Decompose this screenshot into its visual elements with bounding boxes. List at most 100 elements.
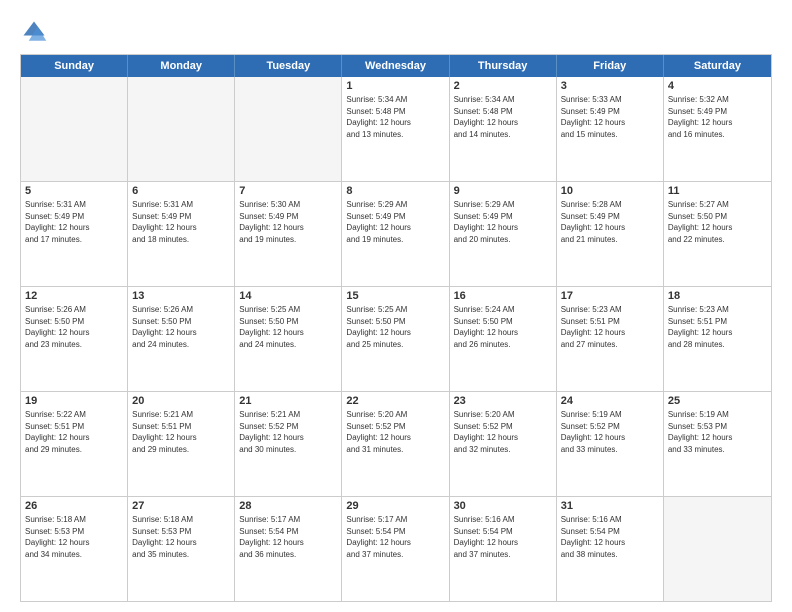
cal-header-day: Thursday xyxy=(450,55,557,77)
calendar-header: SundayMondayTuesdayWednesdayThursdayFrid… xyxy=(21,55,771,77)
cal-cell: 18Sunrise: 5:23 AM Sunset: 5:51 PM Dayli… xyxy=(664,287,771,391)
day-info: Sunrise: 5:19 AM Sunset: 5:52 PM Dayligh… xyxy=(561,409,659,455)
day-info: Sunrise: 5:31 AM Sunset: 5:49 PM Dayligh… xyxy=(132,199,230,245)
cal-cell: 30 Sunrise: 5:16 AM Sunset: 5:54 PM Dayli… xyxy=(450,497,557,601)
cal-cell: 3 Sunrise: 5:33 AM Sunset: 5:49 PM Daylig… xyxy=(557,77,664,181)
cal-cell: 22 Sunrise: 5:20 AM Sunset: 5:52 PM Dayli… xyxy=(342,392,449,496)
day-info: Sunrise: 5:24 AM Sunset: 5:50 PM Dayligh… xyxy=(454,304,552,350)
day-number: 20 xyxy=(132,395,230,407)
day-number: 8 xyxy=(346,185,444,197)
day-info: Sunrise: 5:26 AM Sunset: 5:50 PM Dayligh… xyxy=(132,304,230,350)
day-number: 4 xyxy=(668,80,767,92)
day-number: 14 xyxy=(239,290,337,302)
cal-cell: 10 Sunrise: 5:28 AM Sunset: 5:49 PM Dayli… xyxy=(557,182,664,286)
day-number: 9 xyxy=(454,185,552,197)
cal-header-day: Monday xyxy=(128,55,235,77)
cal-cell: 29 Sunrise: 5:17 AM Sunset: 5:54 PM Dayli… xyxy=(342,497,449,601)
day-number: 16 xyxy=(454,290,552,302)
day-info: Sunrise: 5:16 AM Sunset: 5:54 PM Dayligh… xyxy=(454,514,552,560)
day-info: Sunrise: 5:29 AM Sunset: 5:49 PM Dayligh… xyxy=(454,199,552,245)
cal-cell: 28 Sunrise: 5:17 AM Sunset: 5:54 PM Dayli… xyxy=(235,497,342,601)
day-info: Sunrise: 5:28 AM Sunset: 5:49 PM Dayligh… xyxy=(561,199,659,245)
cal-cell: 4 Sunrise: 5:32 AM Sunset: 5:49 PM Daylig… xyxy=(664,77,771,181)
cal-header-day: Sunday xyxy=(21,55,128,77)
day-number: 10 xyxy=(561,185,659,197)
day-info: Sunrise: 5:34 AM Sunset: 5:48 PM Dayligh… xyxy=(346,94,444,140)
calendar-row: 19 Sunrise: 5:22 AM Sunset: 5:51 PM Dayli… xyxy=(21,392,771,497)
day-number: 29 xyxy=(346,500,444,512)
cal-cell: 24 Sunrise: 5:19 AM Sunset: 5:52 PM Dayli… xyxy=(557,392,664,496)
calendar-body: 1 Sunrise: 5:34 AM Sunset: 5:48 PM Daylig… xyxy=(21,77,771,601)
day-number: 22 xyxy=(346,395,444,407)
calendar-row: 12 Sunrise: 5:26 AM Sunset: 5:50 PM Dayli… xyxy=(21,287,771,392)
cal-cell: 5 Sunrise: 5:31 AM Sunset: 5:49 PM Daylig… xyxy=(21,182,128,286)
cal-header-day: Friday xyxy=(557,55,664,77)
day-number: 23 xyxy=(454,395,552,407)
day-number: 27 xyxy=(132,500,230,512)
cal-cell: 16 Sunrise: 5:24 AM Sunset: 5:50 PM Dayli… xyxy=(450,287,557,391)
calendar-row: 5 Sunrise: 5:31 AM Sunset: 5:49 PM Daylig… xyxy=(21,182,771,287)
day-number: 7 xyxy=(239,185,337,197)
day-info: Sunrise: 5:26 AM Sunset: 5:50 PM Dayligh… xyxy=(25,304,123,350)
day-number: 17 xyxy=(561,290,659,302)
day-info: Sunrise: 5:17 AM Sunset: 5:54 PM Dayligh… xyxy=(346,514,444,560)
day-number: 6 xyxy=(132,185,230,197)
day-info: Sunrise: 5:19 AM Sunset: 5:53 PM Dayligh… xyxy=(668,409,767,455)
day-info: Sunrise: 5:31 AM Sunset: 5:49 PM Dayligh… xyxy=(25,199,123,245)
day-info: Sunrise: 5:21 AM Sunset: 5:52 PM Dayligh… xyxy=(239,409,337,455)
calendar-row: 1 Sunrise: 5:34 AM Sunset: 5:48 PM Daylig… xyxy=(21,77,771,182)
day-info: Sunrise: 5:30 AM Sunset: 5:49 PM Dayligh… xyxy=(239,199,337,245)
day-info: Sunrise: 5:32 AM Sunset: 5:49 PM Dayligh… xyxy=(668,94,767,140)
cal-cell: 1 Sunrise: 5:34 AM Sunset: 5:48 PM Daylig… xyxy=(342,77,449,181)
day-info: Sunrise: 5:33 AM Sunset: 5:49 PM Dayligh… xyxy=(561,94,659,140)
day-info: Sunrise: 5:27 AM Sunset: 5:50 PM Dayligh… xyxy=(668,199,767,245)
cal-cell: 7 Sunrise: 5:30 AM Sunset: 5:49 PM Daylig… xyxy=(235,182,342,286)
day-info: Sunrise: 5:22 AM Sunset: 5:51 PM Dayligh… xyxy=(25,409,123,455)
cal-cell: 12 Sunrise: 5:26 AM Sunset: 5:50 PM Dayli… xyxy=(21,287,128,391)
day-info: Sunrise: 5:23 AM Sunset: 5:51 PM Dayligh… xyxy=(561,304,659,350)
cal-cell: 23 Sunrise: 5:20 AM Sunset: 5:52 PM Dayli… xyxy=(450,392,557,496)
day-number: 19 xyxy=(25,395,123,407)
day-info: Sunrise: 5:29 AM Sunset: 5:49 PM Dayligh… xyxy=(346,199,444,245)
cal-cell: 8 Sunrise: 5:29 AM Sunset: 5:49 PM Daylig… xyxy=(342,182,449,286)
cal-cell: 21Sunrise: 5:21 AM Sunset: 5:52 PM Dayli… xyxy=(235,392,342,496)
cal-cell xyxy=(128,77,235,181)
day-number: 1 xyxy=(346,80,444,92)
cal-cell: 14 Sunrise: 5:25 AM Sunset: 5:50 PM Dayli… xyxy=(235,287,342,391)
day-number: 31 xyxy=(561,500,659,512)
day-info: Sunrise: 5:17 AM Sunset: 5:54 PM Dayligh… xyxy=(239,514,337,560)
day-info: Sunrise: 5:25 AM Sunset: 5:50 PM Dayligh… xyxy=(239,304,337,350)
day-number: 26 xyxy=(25,500,123,512)
cal-header-day: Saturday xyxy=(664,55,771,77)
header xyxy=(20,18,772,46)
cal-cell: 26Sunrise: 5:18 AM Sunset: 5:53 PM Dayli… xyxy=(21,497,128,601)
cal-cell: 31Sunrise: 5:16 AM Sunset: 5:54 PM Dayli… xyxy=(557,497,664,601)
cal-cell: 27Sunrise: 5:18 AM Sunset: 5:53 PM Dayli… xyxy=(128,497,235,601)
day-number: 28 xyxy=(239,500,337,512)
day-number: 25 xyxy=(668,395,767,407)
cal-cell: 11 Sunrise: 5:27 AM Sunset: 5:50 PM Dayli… xyxy=(664,182,771,286)
cal-cell xyxy=(235,77,342,181)
day-number: 18 xyxy=(668,290,767,302)
cal-cell: 19 Sunrise: 5:22 AM Sunset: 5:51 PM Dayli… xyxy=(21,392,128,496)
cal-header-day: Tuesday xyxy=(235,55,342,77)
cal-cell: 2 Sunrise: 5:34 AM Sunset: 5:48 PM Daylig… xyxy=(450,77,557,181)
page: SundayMondayTuesdayWednesdayThursdayFrid… xyxy=(0,0,792,612)
cal-header-day: Wednesday xyxy=(342,55,449,77)
day-info: Sunrise: 5:20 AM Sunset: 5:52 PM Dayligh… xyxy=(346,409,444,455)
day-info: Sunrise: 5:21 AM Sunset: 5:51 PM Dayligh… xyxy=(132,409,230,455)
day-number: 3 xyxy=(561,80,659,92)
day-number: 24 xyxy=(561,395,659,407)
day-number: 5 xyxy=(25,185,123,197)
day-number: 15 xyxy=(346,290,444,302)
day-info: Sunrise: 5:25 AM Sunset: 5:50 PM Dayligh… xyxy=(346,304,444,350)
cal-cell: 20 Sunrise: 5:21 AM Sunset: 5:51 PM Dayli… xyxy=(128,392,235,496)
calendar: SundayMondayTuesdayWednesdayThursdayFrid… xyxy=(20,54,772,602)
day-number: 30 xyxy=(454,500,552,512)
day-info: Sunrise: 5:20 AM Sunset: 5:52 PM Dayligh… xyxy=(454,409,552,455)
day-number: 2 xyxy=(454,80,552,92)
day-info: Sunrise: 5:34 AM Sunset: 5:48 PM Dayligh… xyxy=(454,94,552,140)
day-number: 12 xyxy=(25,290,123,302)
day-number: 11 xyxy=(668,185,767,197)
cal-cell: 6 Sunrise: 5:31 AM Sunset: 5:49 PM Daylig… xyxy=(128,182,235,286)
